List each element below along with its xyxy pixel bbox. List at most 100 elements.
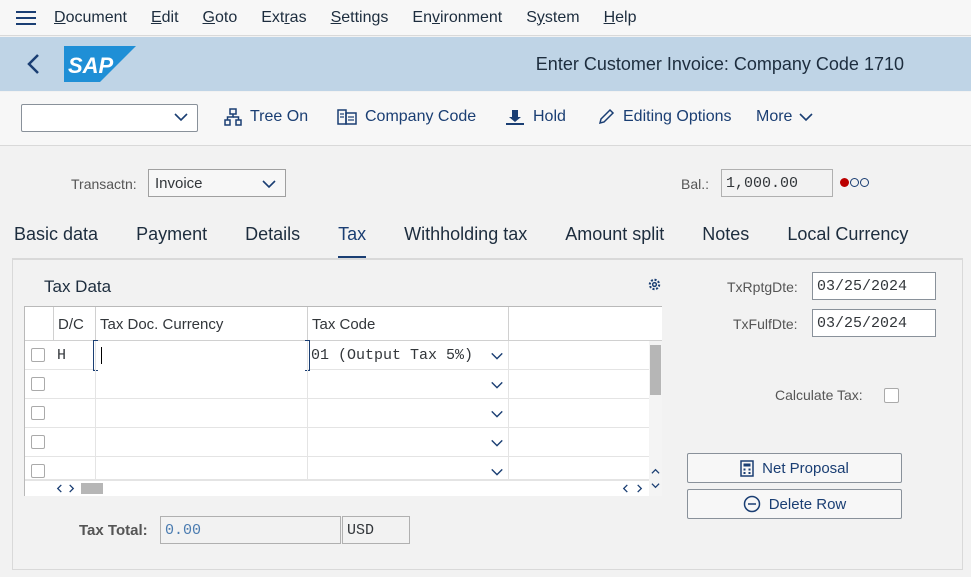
tab-local-currency[interactable]: Local Currency [787, 224, 908, 256]
tab-tax[interactable]: Tax [338, 224, 367, 259]
transaction-value: Invoice [155, 174, 203, 192]
settings-gear-icon[interactable] [647, 277, 662, 292]
menu-bar: Document Edit Goto Extras Settings Envir… [0, 0, 971, 36]
calculate-tax-label: Calculate Tax: [775, 387, 863, 403]
menu-item-document[interactable]: Document [54, 9, 127, 27]
currency-field: USD [342, 516, 410, 544]
tab-amount-split[interactable]: Amount split [565, 224, 664, 256]
row-select-checkbox[interactable] [31, 348, 45, 362]
column-header-dc[interactable]: D/C [54, 307, 96, 341]
calculate-tax-checkbox[interactable] [884, 388, 899, 403]
table-row[interactable] [25, 399, 649, 428]
menu-item-extras[interactable]: Extras [261, 9, 306, 27]
chevron-down-icon[interactable] [490, 436, 504, 450]
menu-item-system[interactable]: System [526, 9, 579, 27]
horizontal-scrollbar[interactable] [25, 480, 649, 496]
table-row[interactable]: H 01 (Output Tax 5%) [25, 340, 649, 371]
company-code-button[interactable]: Company Code [337, 108, 476, 126]
column-header-tax-code[interactable]: Tax Code [308, 307, 509, 341]
net-proposal-label: Net Proposal [762, 459, 849, 477]
tab-basic-data[interactable]: Basic data [14, 224, 98, 256]
editing-options-button[interactable]: Editing Options [597, 108, 732, 126]
menu-item-help[interactable]: Help [604, 9, 637, 27]
tax-doc-currency-cell[interactable] [96, 428, 308, 457]
dc-cell[interactable] [54, 399, 96, 428]
tax-doc-currency-cell[interactable] [96, 457, 308, 480]
tab-details[interactable]: Details [245, 224, 300, 256]
tax-doc-currency-cell[interactable] [96, 399, 308, 428]
pencil-icon [598, 108, 615, 125]
row-select-checkbox[interactable] [31, 464, 45, 478]
vertical-scrollbar-thumb[interactable] [650, 345, 661, 395]
scroll-down-icon[interactable] [651, 481, 660, 490]
hold-label: Hold [533, 108, 566, 125]
tax-doc-currency-cell[interactable] [93, 340, 310, 371]
tax-code-cell[interactable] [308, 457, 509, 480]
horizontal-scrollbar-thumb[interactable] [81, 483, 103, 494]
transaction-label: Transactn: [71, 176, 137, 192]
menu-item-edit[interactable]: Edit [151, 9, 179, 27]
menu-item-goto[interactable]: Goto [203, 9, 238, 27]
column-header-empty [509, 307, 662, 341]
net-proposal-button[interactable]: Net Proposal [687, 453, 902, 483]
editing-options-label: Editing Options [623, 108, 732, 125]
tree-on-button[interactable]: Tree On [224, 108, 308, 126]
more-button[interactable]: More [756, 108, 814, 126]
tax-code-cell[interactable]: 01 (Output Tax 5%) [308, 341, 509, 370]
hold-button[interactable]: Hold [505, 108, 566, 126]
transaction-dropdown[interactable]: Invoice [148, 169, 286, 197]
sap-logo: SAP [64, 46, 136, 82]
status-indicator [840, 178, 869, 187]
sap-logo-text: SAP [68, 53, 114, 78]
tx-rptg-date-field[interactable]: 03/25/2024 [812, 272, 936, 300]
scroll-left-icon[interactable] [55, 484, 64, 493]
tax-code-cell[interactable] [308, 428, 509, 457]
scroll-left-icon[interactable] [621, 484, 630, 493]
minus-circle-icon [743, 495, 760, 513]
column-header-tax-doc-currency[interactable]: Tax Doc. Currency [96, 307, 308, 341]
scroll-right-icon[interactable] [67, 484, 76, 493]
chevron-down-icon[interactable] [490, 465, 504, 479]
chevron-down-icon [799, 113, 814, 122]
tab-strip: Basic data Payment Details Tax Withholdi… [14, 224, 946, 259]
tax-code-cell[interactable] [308, 370, 509, 399]
delete-row-label: Delete Row [768, 495, 847, 513]
dc-cell[interactable] [54, 428, 96, 457]
scroll-up-icon[interactable] [651, 467, 660, 476]
tab-notes[interactable]: Notes [702, 224, 749, 256]
tx-fulf-date-label: TxFulfDte: [733, 316, 798, 332]
tab-withholding-tax[interactable]: Withholding tax [404, 224, 527, 256]
scroll-right-icon[interactable] [635, 484, 644, 493]
delete-row-button[interactable]: Delete Row [687, 489, 902, 519]
chevron-down-icon[interactable] [490, 407, 504, 421]
chevron-down-icon [262, 180, 276, 189]
tax-code-cell[interactable] [308, 399, 509, 428]
row-select-checkbox[interactable] [31, 435, 45, 449]
company-code-icon [337, 109, 357, 125]
row-select-checkbox[interactable] [31, 406, 45, 420]
row-select-checkbox[interactable] [31, 377, 45, 391]
calculator-icon [740, 459, 754, 477]
chevron-down-icon[interactable] [490, 349, 504, 363]
text-cursor [101, 347, 102, 364]
table-row[interactable] [25, 428, 649, 457]
dc-cell[interactable] [54, 370, 96, 399]
tx-fulf-date-field[interactable]: 03/25/2024 [812, 309, 936, 337]
menu-item-settings[interactable]: Settings [331, 9, 389, 27]
chevron-down-icon[interactable] [490, 378, 504, 392]
tab-payment[interactable]: Payment [136, 224, 207, 256]
menu-icon[interactable] [16, 10, 36, 25]
vertical-scrollbar[interactable] [649, 341, 662, 496]
back-icon[interactable] [24, 52, 44, 76]
menu-item-environment[interactable]: Environment [412, 9, 502, 27]
dc-cell[interactable] [54, 457, 96, 480]
chevron-down-icon [174, 113, 188, 122]
tree-icon [224, 108, 242, 126]
toolbar: Tree On Company Code Hold Editing Option… [0, 92, 971, 146]
hold-icon [506, 110, 524, 125]
tax-doc-currency-cell[interactable] [96, 370, 308, 399]
dc-cell[interactable]: H [54, 341, 96, 370]
command-field[interactable] [21, 104, 198, 132]
table-row[interactable] [25, 370, 649, 399]
table-row[interactable] [25, 457, 649, 480]
